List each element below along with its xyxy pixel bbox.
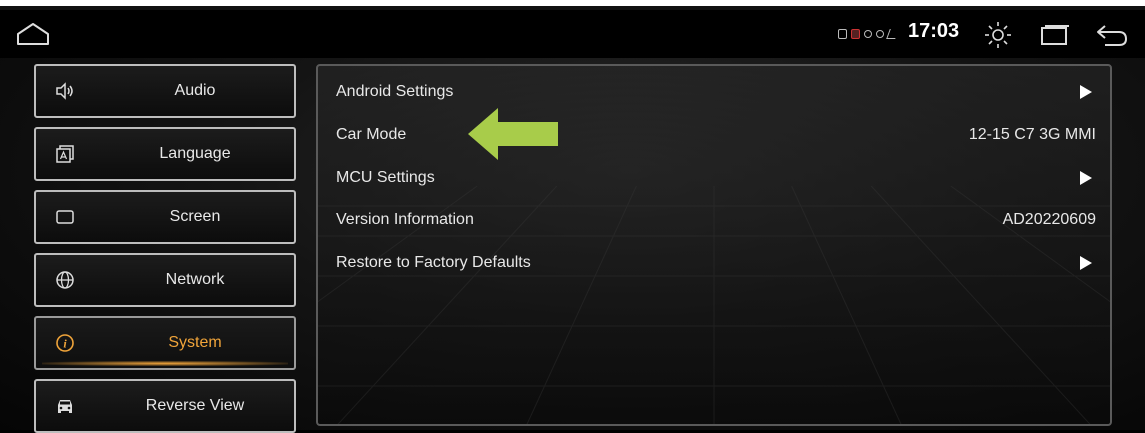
settings-row-car-mode[interactable]: Car Mode 12-15 C7 3G MMI (336, 115, 1096, 155)
row-label: MCU Settings (336, 169, 435, 186)
sidebar-item-system[interactable]: i System (34, 316, 296, 370)
car-icon (54, 395, 76, 417)
sidebar-item-network[interactable]: Network (34, 253, 296, 307)
row-value: 12-15 C7 3G MMI (968, 126, 1096, 143)
play-arrow-icon (1080, 171, 1092, 185)
language-icon (54, 143, 76, 165)
row-value: AD20220609 (1002, 211, 1096, 228)
back-icon[interactable] (1095, 22, 1129, 48)
brightness-icon[interactable] (984, 21, 1012, 49)
annotation-arrow-icon (468, 108, 558, 160)
sidebar-item-label: Language (159, 145, 231, 162)
settings-row-version-information[interactable]: Version Information AD20220609 (336, 200, 1096, 240)
speaker-icon (54, 80, 76, 102)
sidebar-item-screen[interactable]: Screen (34, 190, 296, 244)
info-icon: i (54, 332, 76, 354)
active-indicator (42, 361, 288, 366)
sidebar-item-audio[interactable]: Audio (34, 64, 296, 118)
recents-icon[interactable] (1040, 24, 1070, 46)
wifi-icon (876, 30, 884, 38)
sidebar-item-label: Screen (169, 208, 221, 225)
row-label: Car Mode (336, 126, 407, 143)
play-arrow-icon (1080, 256, 1092, 270)
sim-icon (838, 29, 847, 39)
status-bar: 17:03 (0, 10, 1145, 58)
sidebar-item-label: System (168, 334, 222, 351)
top-border (0, 0, 1145, 10)
row-label: Version Information (336, 211, 474, 228)
svg-text:i: i (63, 337, 67, 351)
screen-icon (54, 206, 76, 228)
notification-icons (838, 27, 899, 41)
settings-row-android-settings[interactable]: Android Settings (336, 72, 1096, 112)
settings-row-restore-factory-defaults[interactable]: Restore to Factory Defaults (336, 243, 1096, 283)
status-clock: 17:03 (908, 20, 960, 42)
globe-icon (54, 269, 76, 291)
play-arrow-icon (1080, 85, 1092, 99)
sidebar-item-label: Audio (174, 82, 216, 99)
settings-panel: Android Settings Car Mode 12-15 C7 3G MM… (316, 64, 1112, 426)
sidebar-item-reverse-view[interactable]: Reverse View (34, 379, 296, 433)
row-label: Restore to Factory Defaults (336, 254, 531, 271)
home-icon[interactable] (16, 22, 50, 46)
row-label: Android Settings (336, 83, 454, 100)
signal-icon (886, 29, 899, 39)
sidebar-item-language[interactable]: Language (34, 127, 296, 181)
settings-row-mcu-settings[interactable]: MCU Settings (336, 158, 1096, 198)
sidebar-item-label: Reverse View (145, 397, 245, 414)
main-area: Audio Language Screen Network i System R… (0, 58, 1145, 433)
app-notification-icon (851, 29, 860, 39)
location-icon (864, 30, 872, 38)
sidebar-item-label: Network (165, 271, 225, 288)
